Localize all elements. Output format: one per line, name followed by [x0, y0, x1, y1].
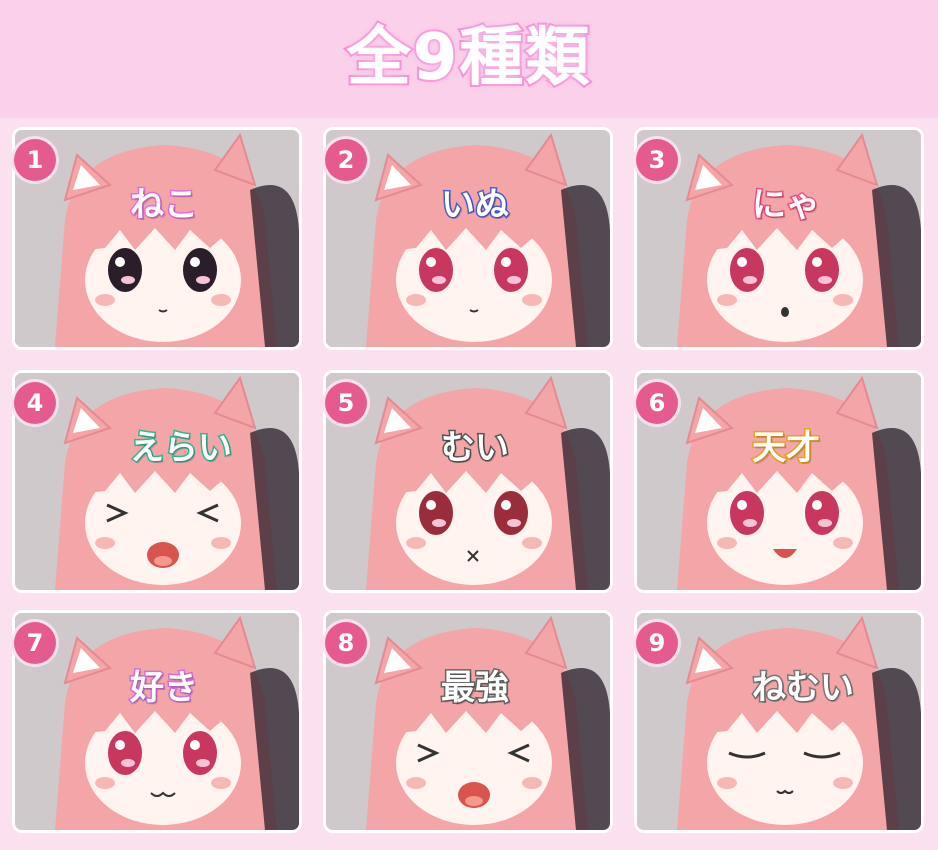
- sticker-word: 最強: [440, 667, 511, 710]
- number-badge: 7: [14, 622, 56, 664]
- sticker-word: ねむい: [751, 667, 856, 710]
- character-illustration: [15, 613, 299, 830]
- page-title: 全9種類: [345, 19, 592, 97]
- sticker-word: 天才: [751, 427, 822, 470]
- number-badge: 2: [325, 139, 367, 181]
- number-badge: 3: [636, 139, 678, 181]
- sticker-word: 好き: [129, 667, 200, 710]
- character-illustration: [326, 613, 610, 830]
- sticker-word: いぬ: [440, 184, 511, 227]
- number-badge: 1: [14, 139, 56, 181]
- character-illustration: [326, 373, 610, 590]
- sticker-word: むい: [440, 427, 511, 470]
- sticker-word: にゃ: [751, 184, 822, 227]
- character-illustration: [326, 130, 610, 347]
- character-illustration: [637, 130, 921, 347]
- number-badge: 6: [636, 382, 678, 424]
- header: 全9種類: [0, 0, 938, 118]
- sticker-word: えらい: [129, 427, 234, 470]
- sticker-grid: ねこ 1 いぬ 2 にゃ 3 えらい 4 むい 5 天才 6 好き 7 最強 8…: [0, 118, 938, 850]
- character-illustration: [637, 613, 921, 830]
- character-illustration: [15, 130, 299, 347]
- character-illustration: [15, 373, 299, 590]
- number-badge: 8: [325, 622, 367, 664]
- number-badge: 9: [636, 622, 678, 664]
- character-illustration: [637, 373, 921, 590]
- sticker-word: ねこ: [129, 184, 200, 227]
- number-badge: 5: [325, 382, 367, 424]
- number-badge: 4: [14, 382, 56, 424]
